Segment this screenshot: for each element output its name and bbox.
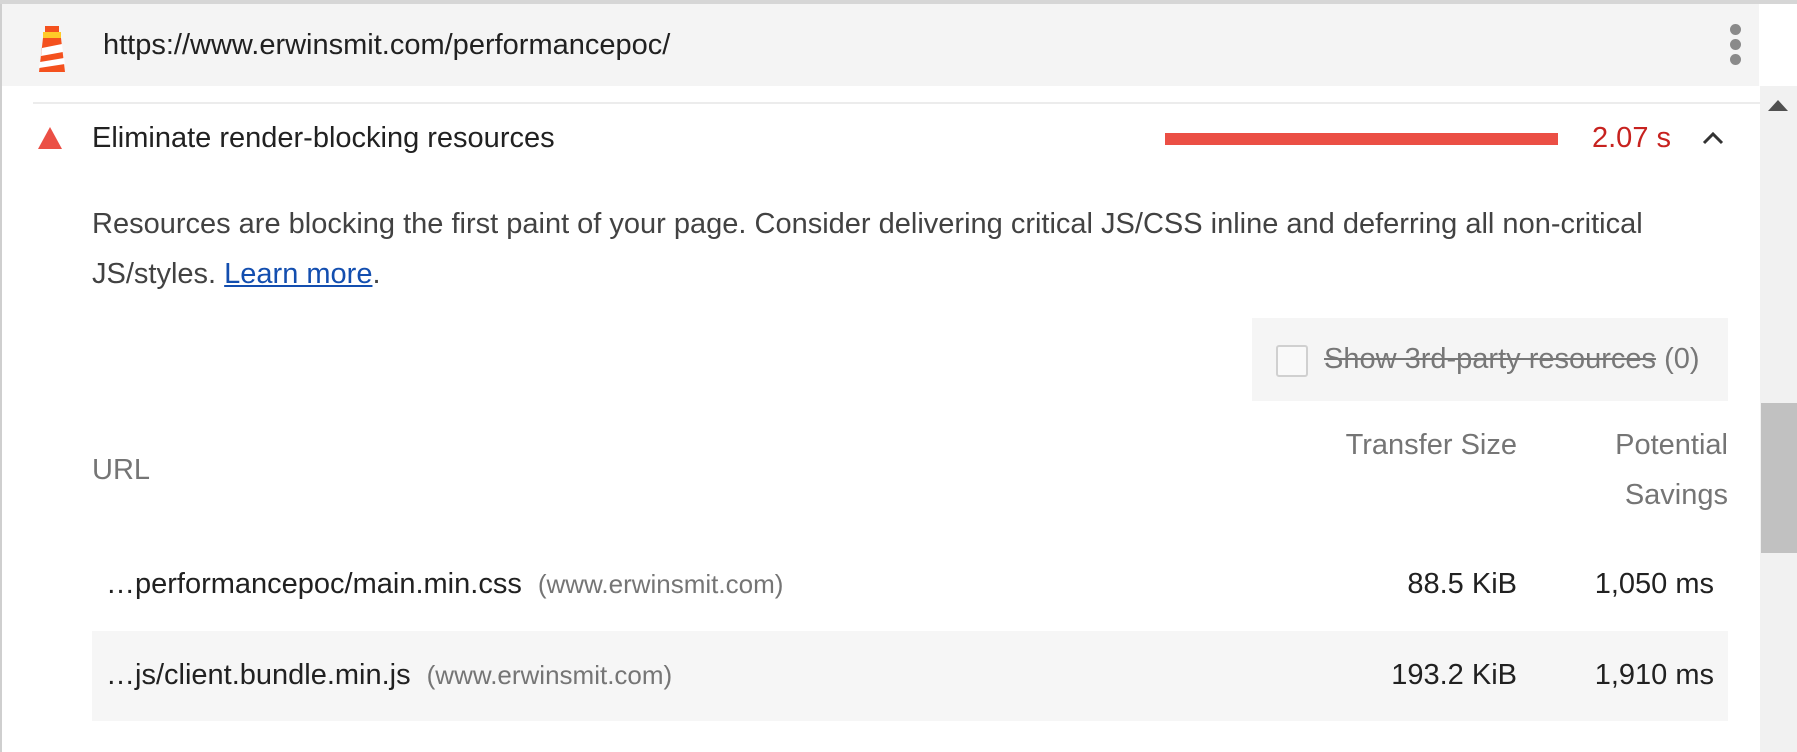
chevron-up-icon[interactable] xyxy=(1698,124,1728,150)
kebab-menu-icon[interactable] xyxy=(1725,24,1745,72)
audit-description: Resources are blocking the first paint o… xyxy=(92,208,1643,290)
lighthouse-icon xyxy=(39,26,65,72)
report-url: https://www.erwinsmit.com/performancepoc… xyxy=(103,29,671,61)
row-url: …performancepoc/main.min.css (www.erwinsm… xyxy=(106,568,784,600)
table-row: …performancepoc/main.min.css (www.erwinsm… xyxy=(92,540,1728,630)
audit-header-eliminate-render-blocking[interactable]: Eliminate render-blocking resources 2.07… xyxy=(0,104,1760,174)
row-transfer-size: 193.2 KiB xyxy=(1391,659,1517,691)
row-url: …js/client.bundle.min.js (www.erwinsmit.c… xyxy=(106,659,673,691)
third-party-checkbox[interactable] xyxy=(1276,345,1308,377)
scrollbar-thumb[interactable] xyxy=(1761,403,1797,553)
column-header-transfer-size: Transfer Size xyxy=(1345,429,1517,461)
column-header-url: URL xyxy=(92,454,151,486)
scroll-up-arrow-icon[interactable] xyxy=(1768,100,1788,111)
row-host: (www.erwinsmit.com) xyxy=(426,660,673,690)
column-header-potential-savings: Potential Savings xyxy=(1615,429,1728,511)
fail-triangle-icon xyxy=(38,127,62,149)
third-party-filter: Show 3rd-party resources (0) xyxy=(1252,318,1728,401)
audit-display-value: 2.07 s xyxy=(1592,122,1671,154)
audit-title: Eliminate render-blocking resources xyxy=(92,122,555,154)
report-topbar: https://www.erwinsmit.com/performancepoc… xyxy=(2,4,1759,86)
audit-savings-bar xyxy=(1165,133,1558,145)
row-host: (www.erwinsmit.com) xyxy=(537,569,784,599)
row-potential-savings: 1,910 ms xyxy=(1594,659,1714,691)
learn-more-link[interactable]: Learn more xyxy=(224,258,372,290)
table-row: …js/client.bundle.min.js (www.erwinsmit.c… xyxy=(92,631,1728,721)
third-party-label[interactable]: Show 3rd-party resources (0) xyxy=(1324,343,1700,376)
row-potential-savings: 1,050 ms xyxy=(1594,568,1714,600)
row-transfer-size: 88.5 KiB xyxy=(1407,568,1517,600)
